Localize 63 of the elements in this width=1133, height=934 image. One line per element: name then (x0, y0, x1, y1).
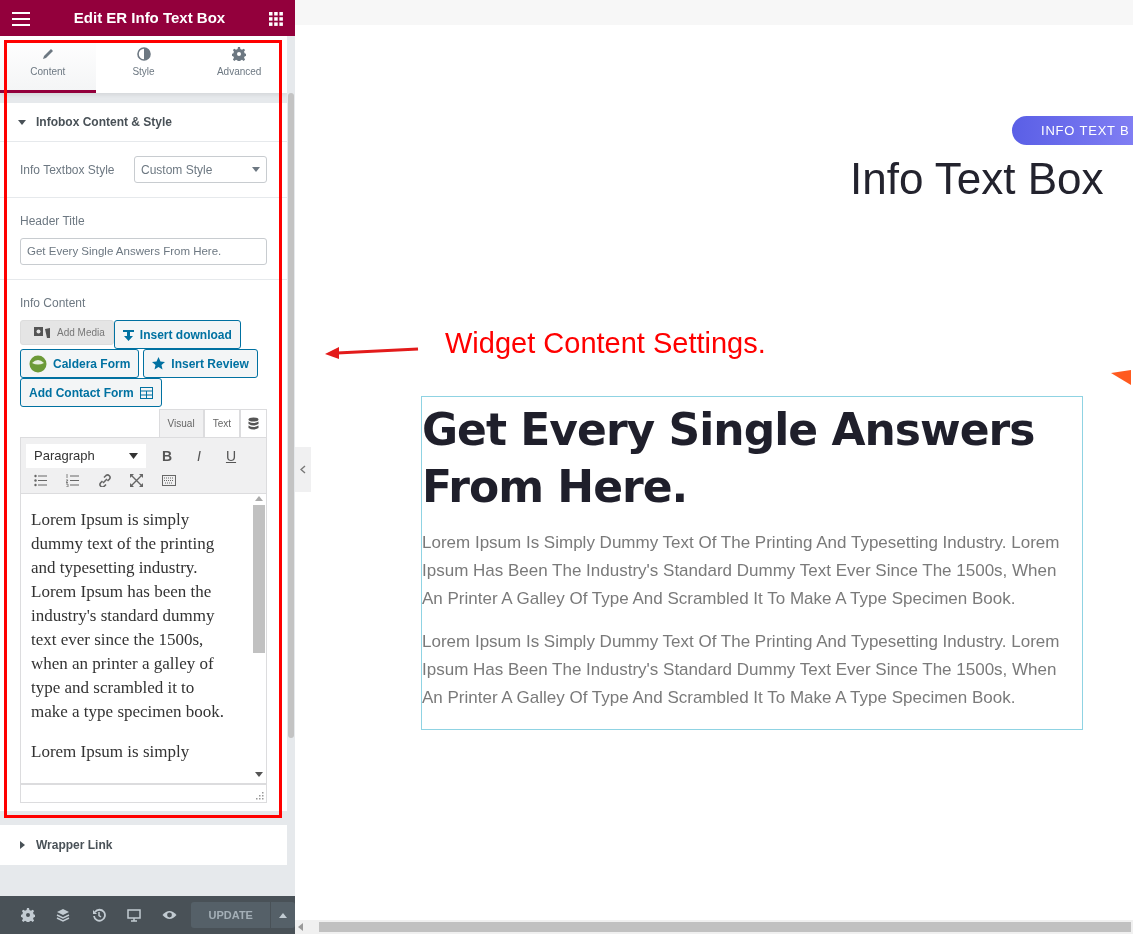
database-icon[interactable] (248, 417, 259, 430)
format-select[interactable]: Paragraph (26, 444, 146, 468)
table-icon (139, 386, 153, 399)
caret-down-icon (129, 453, 138, 459)
fullscreen-icon[interactable] (130, 474, 144, 487)
pencil-icon (40, 47, 55, 61)
media-button[interactable]: Add Media (20, 320, 114, 345)
editor-paragraph: Lorem Ipsum is simply dummy text of the printing and typesetting industry. Lorem Ipsum has been the industry's standard dummy text ever since the 1500s, when an printer a galley of type and scrambled it to make a type specimen book. (31, 509, 226, 723)
annotation-text: Widget Content Settings. (445, 326, 766, 361)
media-button[interactable]: Insert download (113, 320, 241, 349)
chevron-left-icon (300, 465, 306, 474)
panel-tab[interactable]: Style (95, 36, 192, 93)
preview-heading: Info Text Box (850, 155, 1105, 204)
monitor-icon[interactable] (127, 908, 142, 922)
style-select[interactable]: Custom Style (134, 156, 267, 183)
caldera-icon (29, 354, 47, 373)
media-icon (33, 325, 51, 340)
caret-up-icon (279, 912, 288, 918)
caret-right-icon (18, 841, 26, 849)
layers-icon[interactable] (56, 908, 71, 922)
field-label: Header Title (20, 213, 86, 230)
scrollbar-thumb[interactable] (288, 93, 294, 738)
panel-tab[interactable]: Content (0, 36, 96, 93)
format-button[interactable]: U (220, 445, 242, 467)
editor-tab[interactable]: Text (203, 409, 240, 437)
panel-tab[interactable]: Advanced (191, 36, 287, 93)
eye-icon[interactable] (162, 909, 178, 921)
link-icon[interactable] (98, 474, 112, 487)
resize-grip-icon[interactable] (256, 792, 264, 800)
scrollbar-thumb[interactable] (253, 505, 265, 653)
editor-tab[interactable]: Visual (158, 409, 204, 437)
arrow-tip-drawing (1111, 370, 1131, 386)
box-title: Get Every Single Answers From Here. (422, 403, 1036, 515)
keyboard-icon[interactable] (162, 474, 176, 487)
editor-paragraph: Lorem Ipsum is simply (31, 741, 191, 763)
menu-icon[interactable] (12, 11, 30, 26)
settings-icon (232, 47, 247, 61)
field-label: Info Textbox Style (20, 161, 115, 179)
box-paragraph: Lorem Ipsum Is Simply Dummy Text Of The Printing And Typesetting Industry. Lorem Ipsum Has Been The Industry's Standard Dummy Text Ever Since The 1500s, When An Printer A Galley Of Type And Scrambled It To Make A Type Specimen Book. (422, 532, 1061, 611)
box-paragraph: Lorem Ipsum Is Simply Dummy Text Of The Printing And Typesetting Industry. Lorem Ipsum Has Been The Industry's Standard Dummy Text Ever Since The 1500s, When An Printer A Galley Of Type And Scrambled It To Make A Type Specimen Book. (422, 631, 1061, 710)
media-button[interactable]: Insert Review (143, 349, 258, 378)
history-icon[interactable] (91, 908, 106, 922)
apps-grid-icon[interactable] (269, 11, 283, 26)
info-badge: INFO TEXT B (1012, 116, 1133, 145)
caret-down-icon (18, 118, 26, 126)
header-title-field[interactable]: Get Every Single Answers From Here. (20, 238, 267, 265)
field-label: Info Content (20, 295, 87, 312)
bulleted-list-icon[interactable] (34, 474, 48, 487)
star-icon (152, 357, 166, 370)
format-button[interactable]: I (188, 445, 210, 467)
scrollbar-thumb[interactable] (319, 922, 1131, 932)
caret-down-icon (252, 167, 260, 172)
collapse-handle[interactable] (295, 447, 311, 492)
numbered-list-icon[interactable] (66, 474, 80, 487)
media-button[interactable]: Add Contact Form (20, 378, 162, 407)
settings-icon[interactable] (20, 908, 35, 922)
format-button[interactable]: B (156, 445, 178, 467)
media-button[interactable]: Caldera Form (20, 349, 140, 378)
update-options-button[interactable] (270, 902, 296, 928)
panel-title: Edit ER Info Text Box (73, 7, 226, 28)
scroll-down-icon[interactable] (255, 772, 263, 777)
contrast-icon (136, 47, 151, 61)
download-icon (122, 328, 134, 341)
